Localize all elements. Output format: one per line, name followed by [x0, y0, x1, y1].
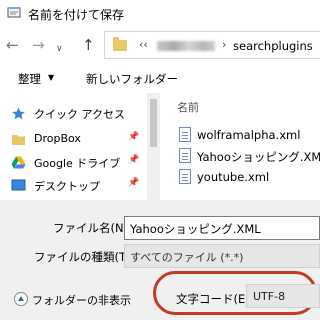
desktop-icon	[11, 179, 26, 191]
tree-item-label: Google ドライブ	[34, 157, 121, 170]
tree-item-label: デスクトップ	[34, 180, 100, 193]
encoding-select[interactable]: UTF-8	[246, 284, 320, 308]
name-column-header[interactable]: 名前	[177, 99, 199, 115]
command-toolbar: 整理 ▼ 新しいフォルダー	[0, 63, 320, 93]
scrollbar-thumb[interactable]	[150, 99, 157, 147]
window-title: 名前を付けて保存	[28, 8, 125, 22]
filename-value: Yahooショッピング.XML	[130, 222, 261, 236]
tree-item-dropbox[interactable]: DropBox 📌	[0, 128, 158, 150]
breadcrumb-overflow[interactable]: ‹‹	[139, 38, 148, 51]
back-arrow-icon[interactable]: ←	[6, 36, 19, 54]
xml-file-icon	[179, 148, 191, 163]
google-drive-icon	[11, 156, 26, 169]
file-name: youtube.xml	[197, 170, 270, 184]
organize-button[interactable]: 整理	[18, 71, 41, 87]
organize-caret-icon[interactable]: ▼	[48, 73, 54, 82]
list-item[interactable]: Yahooショッピング.XML	[175, 146, 320, 166]
tree-item-label: クイック アクセス	[34, 108, 124, 121]
blurred-path-segment	[157, 41, 215, 51]
filetype-select[interactable]: すべてのファイル (*.*)	[124, 244, 320, 268]
pin-icon[interactable]: 📌	[128, 178, 139, 188]
window-titlebar: 名前を付けて保存	[0, 0, 320, 27]
folder-icon	[113, 37, 127, 51]
save-form: ファイル名(N): Yahooショッピング.XML ファイルの種類(T): すべ…	[0, 200, 320, 320]
xml-file-icon	[179, 169, 191, 184]
navigation-scrollbar[interactable]	[147, 93, 160, 200]
encoding-value: UTF-8	[253, 290, 286, 303]
navigation-pane: クイック アクセス DropBox 📌 Google ドライブ 📌 デスクトップ…	[0, 93, 160, 200]
pin-icon[interactable]: 📌	[128, 132, 139, 142]
file-name: Yahooショッピング.XML	[197, 150, 320, 164]
collapse-up-icon	[14, 292, 28, 306]
tree-item-quick-access[interactable]: クイック アクセス	[0, 102, 158, 124]
forward-arrow-icon[interactable]: →	[32, 36, 45, 54]
folder-icon	[12, 135, 25, 145]
breadcrumb-separator-icon[interactable]: ›	[222, 38, 226, 51]
list-item[interactable]: youtube.xml	[175, 167, 320, 187]
hide-folders-button[interactable]: フォルダーの非表示	[8, 288, 158, 310]
tree-item-desktop[interactable]: デスクトップ 📌	[0, 174, 158, 196]
tree-item-label: DropBox	[34, 132, 81, 145]
xml-file-icon	[179, 127, 191, 142]
filename-label: ファイル名(N):	[53, 221, 132, 235]
address-bar[interactable]: ‹‹ › searchplugins	[104, 31, 320, 59]
breadcrumb-current[interactable]: searchplugins	[233, 39, 313, 53]
encoding-label: 文字コード(E):	[176, 292, 254, 306]
notepad-icon	[7, 7, 21, 18]
hide-folders-label: フォルダーの非表示	[32, 294, 131, 307]
list-item[interactable]: wolframalpha.xml	[175, 125, 320, 145]
pin-icon[interactable]: 📌	[128, 155, 139, 165]
up-arrow-icon[interactable]: ↑	[82, 36, 95, 54]
tree-item-google-drive[interactable]: Google ドライブ 📌	[0, 151, 158, 173]
address-bar-row: ← → ∨ ↑ ‹‹ › searchplugins	[0, 27, 320, 63]
new-folder-button[interactable]: 新しいフォルダー	[86, 71, 178, 87]
filetype-label: ファイルの種類(T):	[34, 250, 135, 264]
file-name: wolframalpha.xml	[197, 128, 301, 142]
file-list: 名前 wolframalpha.xml Yahooショッピング.XML yout…	[161, 93, 320, 200]
filename-input[interactable]: Yahooショッピング.XML	[124, 216, 320, 240]
chevron-down-icon[interactable]: ∨	[56, 40, 63, 58]
filetype-value: すべてのファイル (*.*)	[130, 251, 244, 264]
star-icon	[12, 107, 25, 120]
